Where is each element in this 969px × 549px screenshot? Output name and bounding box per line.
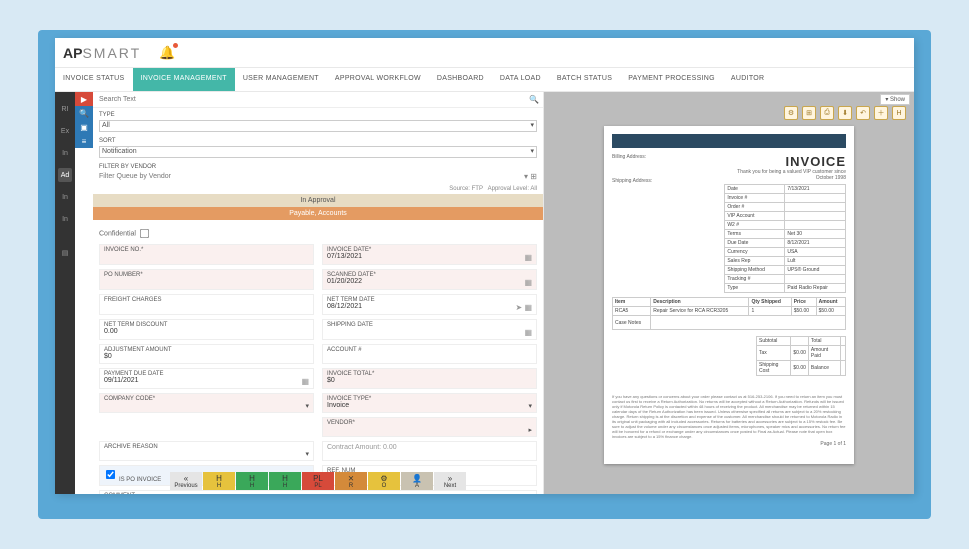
approval-meta: Approval Level: All (488, 186, 537, 192)
invoice-no-label: INVOICE NO.* (104, 247, 309, 253)
invoice-preview: Billing Address: Shipping Address: INVOI… (604, 126, 854, 464)
totals-table: SubtotalTotalTax$0.00Amount PaidShipping… (756, 336, 846, 376)
net-term-disc-label: NET TERM DISCOUNT (104, 322, 309, 328)
toolbar-btn-1[interactable]: ⊞ (802, 106, 816, 120)
action-a[interactable]: 👤A (401, 472, 433, 490)
tab-data-load[interactable]: DATA LOAD (492, 68, 549, 91)
tab-user-management[interactable]: USER MANAGEMENT (235, 68, 327, 91)
case-notes-label: Case Notes (613, 316, 651, 330)
action-h[interactable]: HH (236, 472, 268, 490)
rail-in3[interactable]: In (58, 212, 72, 226)
pay-due-value[interactable]: 09/11/2021 (104, 377, 139, 384)
account-label: ACCOUNT # (327, 347, 532, 353)
tab-dashboard[interactable]: DASHBOARD (429, 68, 492, 91)
type-select[interactable]: All▾ (99, 120, 537, 132)
toolbar-btn-5[interactable]: ＋ (874, 106, 888, 120)
inv-total-value[interactable]: $0 (327, 377, 335, 384)
rail-ad[interactable]: Ad (58, 168, 72, 182)
po-number-label: PO NUMBER* (104, 272, 309, 278)
logo-ap: AP (63, 45, 82, 61)
vendor-label: VENDOR* (327, 420, 532, 426)
adj-amount-label: ADJUSTMENT AMOUNT (104, 347, 309, 353)
search-input[interactable] (97, 94, 529, 105)
toolbar-btn-0[interactable]: ⚙ (784, 106, 798, 120)
action-r[interactable]: ⨯R (335, 472, 367, 490)
sort-label: SORT (99, 138, 116, 144)
action-h[interactable]: HH (203, 472, 235, 490)
tab-invoice-status[interactable]: INVOICE STATUS (55, 68, 133, 91)
action-bar: «PreviousHHHHHHPLPL⨯R⚙O👤A»Next (93, 472, 543, 490)
confidential-check[interactable] (140, 229, 149, 238)
tab-auditor[interactable]: AUDITOR (723, 68, 772, 91)
filter-label: FILTER BY VENDOR (99, 164, 156, 170)
action-pl[interactable]: PLPL (302, 472, 334, 490)
shipping-date-label: SHIPPING DATE (327, 322, 532, 328)
strip-icon-3[interactable]: ▣ (75, 120, 93, 134)
rail-ex[interactable]: Ex (58, 124, 72, 138)
type-label: TYPE (99, 112, 115, 118)
archive-label: ARCHIVE REASON (104, 444, 309, 450)
line-items-table: ItemDescriptionQty ShippedPriceAmount RC… (612, 297, 846, 330)
action-previous[interactable]: «Previous (170, 472, 202, 490)
scanned-date-value[interactable]: 01/20/2022 (327, 278, 362, 285)
company-label: COMPANY CODE* (104, 396, 309, 402)
rail-in[interactable]: In (58, 146, 72, 160)
adj-amount-value[interactable]: $0 (104, 353, 112, 360)
toolbar-btn-2[interactable]: ⎙ (820, 106, 834, 120)
rail-ri[interactable]: RI (58, 102, 72, 116)
source-meta: Source: FTP (449, 186, 483, 192)
doc-header-bar (612, 134, 846, 148)
net-term-date-value[interactable]: 08/12/2021 (327, 303, 362, 310)
fine-print: If you have any questions or concerns ab… (612, 394, 846, 439)
strip-icon-2[interactable]: 🔍 (75, 106, 93, 120)
action-o[interactable]: ⚙O (368, 472, 400, 490)
invoice-info-table: Date7/13/2021Invoice #Order #VIP Account… (724, 184, 846, 293)
tab-payment-processing[interactable]: PAYMENT PROCESSING (620, 68, 723, 91)
toolbar-btn-6[interactable]: H (892, 106, 906, 120)
logo-smart: SMART (82, 45, 141, 61)
search-icon[interactable]: 🔍 (529, 95, 539, 104)
notification-bell-icon[interactable]: 🔔 (159, 45, 175, 61)
calendar-icon[interactable]: ▦ (524, 253, 532, 262)
freight-label: FREIGHT CHARGES (104, 297, 309, 303)
shipping-label: Shipping Address: (612, 178, 717, 184)
status-payable: Payable, Accounts (93, 207, 543, 220)
inv-type-label: INVOICE TYPE* (327, 396, 532, 402)
cursor-icon: ➤ ▦ (516, 303, 532, 312)
action-next[interactable]: »Next (434, 472, 466, 490)
invoice-title: INVOICE (724, 154, 846, 169)
calendar-icon[interactable]: ▦ (301, 377, 309, 386)
tab-invoice-management[interactable]: INVOICE MANAGEMENT (133, 68, 235, 91)
rail-doc-icon[interactable]: ▤ (58, 246, 72, 260)
strip-icon-1[interactable]: ▶ (75, 92, 93, 106)
toolbar-btn-4[interactable]: ↶ (856, 106, 870, 120)
filter-value: Filter Queue by Vendor (99, 173, 171, 180)
main-tabs: INVOICE STATUS INVOICE MANAGEMENT USER M… (55, 68, 914, 92)
toolbar-btn-3[interactable]: ⬇ (838, 106, 852, 120)
tab-approval-workflow[interactable]: APPROVAL WORKFLOW (327, 68, 429, 91)
tab-batch-status[interactable]: BATCH STATUS (549, 68, 620, 91)
strip-icon-4[interactable]: ≡ (75, 134, 93, 148)
preview-toolbar: ⚙ ⊞ ⎙ ⬇ ↶ ＋ H (784, 106, 906, 120)
left-rail: RI Ex In Ad In In ▤ (55, 92, 75, 494)
calendar-icon[interactable]: ▦ (524, 278, 532, 287)
net-term-disc-value[interactable]: 0.00 (104, 328, 118, 335)
invoice-tag: Thank you for being a valued VIP custome… (724, 169, 846, 181)
confidential-label: Confidential (99, 230, 136, 237)
inv-total-label: INVOICE TOTAL* (327, 371, 532, 377)
action-h[interactable]: HH (269, 472, 301, 490)
comment-label: COMMENT (104, 493, 532, 494)
inv-type-value[interactable]: Invoice (327, 402, 349, 409)
invoice-date-value[interactable]: 07/13/2021 (327, 253, 362, 260)
calendar-icon[interactable]: ▦ (524, 328, 532, 337)
contract-amount: Contract Amount: 0.00 (327, 444, 397, 451)
page-number: Page 1 of 1 (612, 441, 846, 447)
sort-select[interactable]: Notification▾ (99, 146, 537, 158)
status-in-approval: In Approval (93, 194, 543, 207)
rail-in2[interactable]: In (58, 190, 72, 204)
show-toggle[interactable]: ▾ Show (880, 94, 910, 105)
